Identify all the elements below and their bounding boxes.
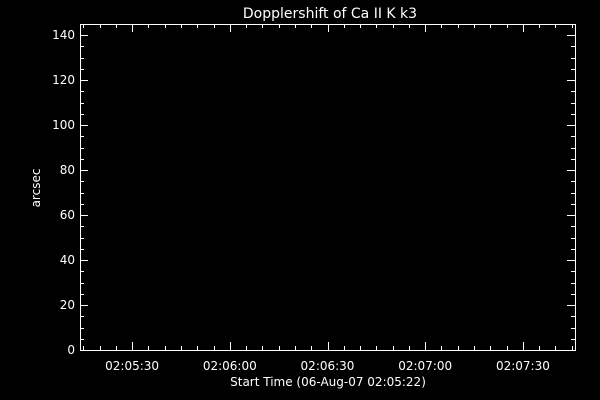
y-tick-label: 40 xyxy=(60,253,75,267)
x-tick-label: 02:07:00 xyxy=(398,359,452,373)
x-tick-label: 02:06:00 xyxy=(203,359,257,373)
y-tick-label: 20 xyxy=(60,298,75,312)
chart: Dopplershift of Ca II K k3 0 20 40 60 80 100 1… xyxy=(0,0,600,400)
y-tick-label: 60 xyxy=(60,208,75,222)
x-tick-label: 02:05:30 xyxy=(105,359,159,373)
y-tick-label: 140 xyxy=(52,28,75,42)
y-tick-label: 0 xyxy=(67,343,75,357)
x-axis-label: Start Time (06-Aug-07 02:05:22) xyxy=(230,375,426,389)
y-tick-label: 80 xyxy=(60,163,75,177)
chart-background xyxy=(0,0,600,400)
y-tick-label: 100 xyxy=(52,118,75,132)
y-tick-label: 120 xyxy=(52,73,75,87)
x-tick-label: 02:06:30 xyxy=(301,359,355,373)
x-tick-label: 02:07:30 xyxy=(496,359,550,373)
y-axis-label: arcsec xyxy=(29,169,43,208)
chart-title: Dopplershift of Ca II K k3 xyxy=(243,6,417,22)
